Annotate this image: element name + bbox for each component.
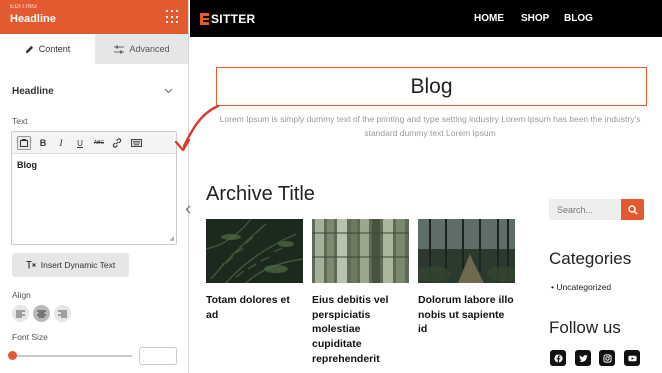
link-icon[interactable] — [111, 136, 123, 150]
search-icon — [627, 204, 638, 215]
logo-mark-icon — [200, 13, 209, 25]
italic-icon[interactable]: I — [55, 136, 67, 150]
headline-module[interactable]: Blog — [216, 67, 647, 106]
keyboard-icon[interactable] — [129, 136, 143, 150]
facebook-icon[interactable] — [550, 350, 566, 366]
post-title[interactable]: Eius debitis vel perspiciatis molestiae … — [312, 293, 409, 366]
headline-text: Blog — [410, 74, 453, 98]
rich-text-editor[interactable]: B I U ABC Blog ◢ — [11, 131, 177, 245]
hero-description: Lorem Ipsum is simply dummy text of the … — [219, 114, 641, 138]
search-button[interactable] — [621, 199, 644, 220]
tab-advanced[interactable]: Advanced — [95, 34, 188, 64]
module-title: Headline — [10, 13, 56, 25]
align-center-icon — [37, 310, 46, 317]
media-icon[interactable] — [17, 136, 31, 150]
font-size-label: Font Size — [12, 332, 48, 342]
editing-label: EDITING — [10, 4, 38, 10]
follow-heading: Follow us — [549, 318, 621, 337]
search-input[interactable]: Search... — [549, 199, 621, 220]
insert-dynamic-text-button[interactable]: Insert Dynamic Text — [12, 253, 129, 277]
align-right-button[interactable] — [54, 305, 71, 322]
tab-content[interactable]: Content — [0, 34, 95, 64]
sliders-icon — [114, 45, 125, 53]
rich-text-toolbar: B I U ABC — [12, 132, 176, 154]
editor-header: EDITING Headline — [0, 0, 188, 34]
font-size-input[interactable] — [139, 347, 177, 365]
archive-title: Archive Title — [206, 183, 315, 205]
section-title: Headline — [12, 86, 54, 97]
category-item[interactable]: • Uncategorized — [551, 282, 611, 292]
font-size-slider-handle[interactable] — [8, 351, 17, 360]
nav-item-home[interactable]: HOME — [474, 13, 504, 24]
font-size-slider-track[interactable] — [12, 355, 132, 357]
youtube-icon[interactable] — [624, 350, 640, 366]
align-left-button[interactable] — [12, 305, 29, 322]
post-image-forest-path[interactable] — [418, 219, 515, 283]
instagram-icon[interactable] — [599, 350, 615, 366]
logo-text: SITTER — [211, 12, 256, 26]
post-image-fern[interactable] — [206, 219, 303, 283]
post-title[interactable]: Totam dolores et ad — [206, 293, 303, 322]
dynamic-text-icon — [26, 261, 36, 269]
pencil-icon — [25, 45, 33, 53]
category-item-label: Uncategorized — [556, 282, 612, 292]
strikethrough-icon[interactable]: ABC — [92, 136, 106, 150]
editor-tabs: Content Advanced — [0, 34, 188, 64]
post-title[interactable]: Dolorum labore illo nobis ut sapiente id — [418, 293, 515, 337]
annotation-arrow-icon — [174, 104, 220, 152]
text-field-label: Text — [12, 116, 28, 126]
editor-sidebar: EDITING Headline Content Advanced Headli… — [0, 0, 189, 373]
nav-item-shop[interactable]: SHOP — [521, 13, 549, 24]
tab-advanced-label: Advanced — [129, 44, 170, 54]
collapse-sidebar-icon[interactable] — [185, 205, 193, 219]
resize-handle-icon[interactable]: ◢ — [169, 235, 174, 242]
insert-dynamic-text-label: Insert Dynamic Text — [40, 260, 116, 270]
align-center-button[interactable] — [33, 305, 50, 322]
twitter-icon[interactable] — [575, 350, 591, 366]
site-navbar: SITTER HOME SHOP BLOG — [190, 0, 662, 37]
editor-text-value: Blog — [17, 160, 37, 170]
post-image-bamboo[interactable] — [312, 219, 409, 283]
categories-heading: Categories — [549, 249, 632, 268]
align-label: Align — [12, 290, 31, 300]
grid-menu-icon[interactable] — [166, 10, 180, 24]
align-right-icon — [58, 310, 67, 317]
nav-item-blog[interactable]: BLOG — [564, 13, 593, 24]
align-left-icon — [16, 310, 25, 317]
site-logo[interactable]: SITTER — [200, 12, 255, 26]
tab-content-label: Content — [38, 44, 71, 54]
underline-icon[interactable]: U — [74, 136, 86, 150]
bold-icon[interactable]: B — [37, 136, 49, 150]
chevron-down-icon[interactable] — [164, 86, 173, 96]
